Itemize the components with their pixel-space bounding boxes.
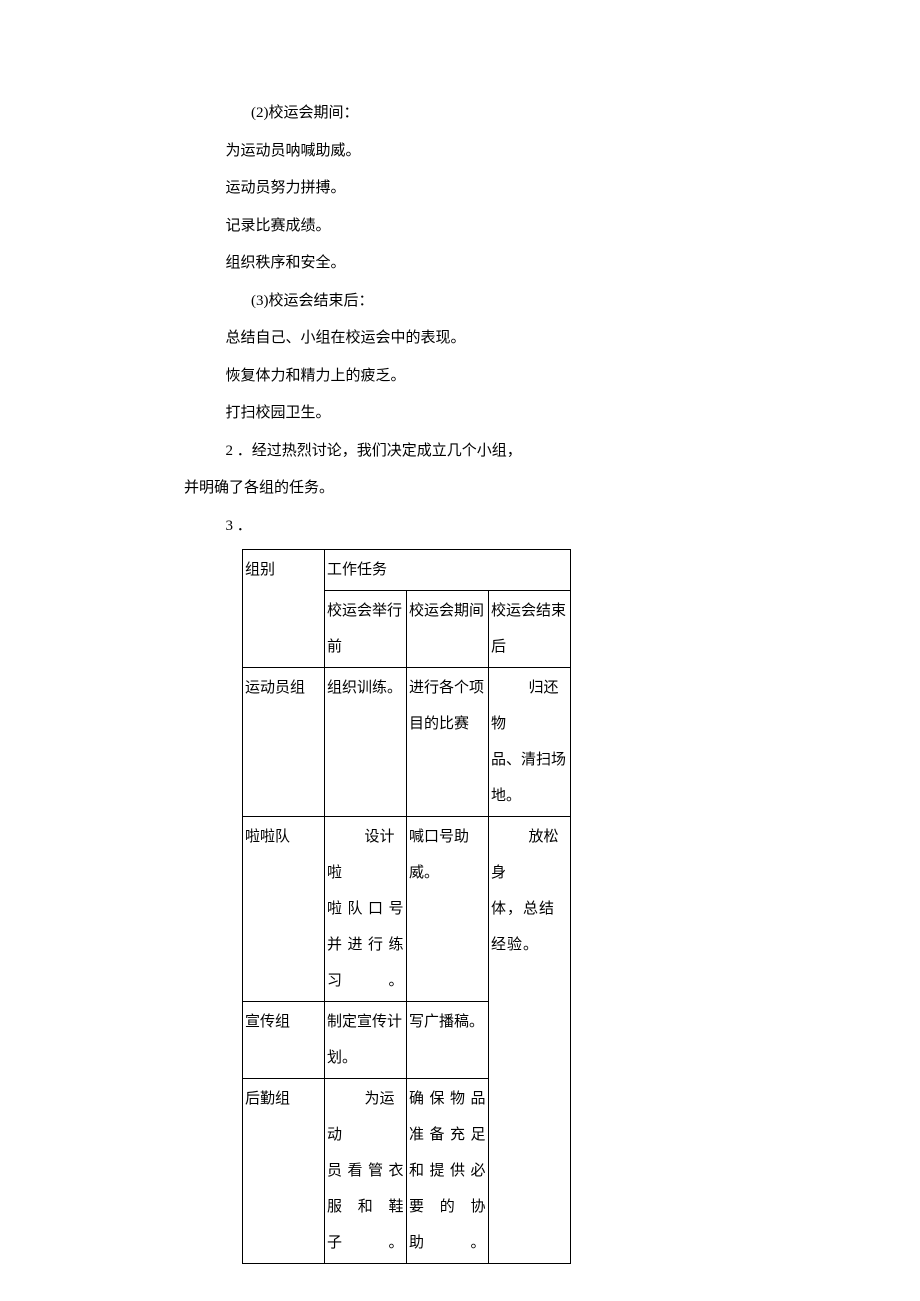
cell-athlete-after: 归还物 品、清扫场地。 — [489, 668, 571, 817]
line-record-score: 记录比赛成绩。 — [218, 208, 720, 246]
cell-promo-name: 宣传组 — [243, 1002, 325, 1079]
table-row: 啦啦队 设计啦 啦队口号并进行练习。 喊口号助威。 放松身 体，总结经验。 — [243, 817, 571, 1002]
th-before: 校运会举行前 — [325, 591, 407, 668]
cell-cheer-name: 啦啦队 — [243, 817, 325, 1002]
cell-text-indent: 归还物 — [491, 670, 568, 742]
line-item2: 2 ．经过热烈讨论，我们决定成立几个小组， — [218, 433, 720, 471]
cell-logistics-during: 确保物品准备充足和提供必要的协助。 — [407, 1079, 489, 1264]
line-item2-cont: 并明确了各组的任务。 — [184, 470, 920, 508]
cell-text: 体，总结经验。 — [491, 891, 568, 963]
cell-logistics-before: 为运动 员看管衣服和鞋子。 — [325, 1079, 407, 1264]
cell-athlete-during: 进行各个项目的比赛 — [407, 668, 489, 817]
cell-athlete-before: 组织训练。 — [325, 668, 407, 817]
table-row: 运动员组 组织训练。 进行各个项目的比赛 归还物 品、清扫场地。 — [243, 668, 571, 817]
cell-cheer-before: 设计啦 啦队口号并进行练习。 — [325, 817, 407, 1002]
th-during: 校运会期间 — [407, 591, 489, 668]
cell-logistics-name: 后勤组 — [243, 1079, 325, 1264]
cell-cheer-during: 喊口号助威。 — [407, 817, 489, 1002]
th-group: 组别 — [243, 550, 325, 668]
line-clean: 打扫校园卫生。 — [218, 395, 720, 433]
cell-text: 员看管衣服和鞋子。 — [327, 1153, 404, 1261]
line-recover: 恢复体力和精力上的疲乏。 — [218, 358, 720, 396]
line-athlete-strive: 运动员努力拼搏。 — [218, 170, 720, 208]
line-cheer: 为运动员呐喊助威。 — [218, 133, 720, 171]
cell-text: 品、清扫场地。 — [491, 742, 568, 814]
cell-text-indent: 放松身 — [491, 819, 568, 891]
cell-promo-during: 写广播稿。 — [407, 1002, 489, 1079]
cell-text: 确保物品准备充足和提供必要的协助。 — [409, 1081, 486, 1261]
line-summary: 总结自己、小组在校运会中的表现。 — [218, 320, 720, 358]
line-item3: 3 ． — [218, 508, 720, 546]
task-table: 组别 工作任务 校运会举行前 校运会期间 校运会结束后 运动员组 组织训练。 进… — [242, 549, 571, 1264]
cell-text-indent: 设计啦 — [327, 819, 404, 891]
table-row: 组别 工作任务 — [243, 550, 571, 591]
cell-text-indent: 为运动 — [327, 1081, 404, 1153]
line-section3-heading: (3)校运会结束后： — [218, 283, 720, 321]
line-section2-heading: (2)校运会期间： — [218, 95, 720, 133]
cell-promo-before: 制定宣传计划。 — [325, 1002, 407, 1079]
th-after: 校运会结束后 — [489, 591, 571, 668]
cell-athlete-name: 运动员组 — [243, 668, 325, 817]
line-order-safety: 组织秩序和安全。 — [218, 245, 720, 283]
th-task: 工作任务 — [325, 550, 571, 591]
cell-text: 啦队口号并进行练习。 — [327, 891, 404, 999]
cell-cheer-after: 放松身 体，总结经验。 — [489, 817, 571, 1264]
